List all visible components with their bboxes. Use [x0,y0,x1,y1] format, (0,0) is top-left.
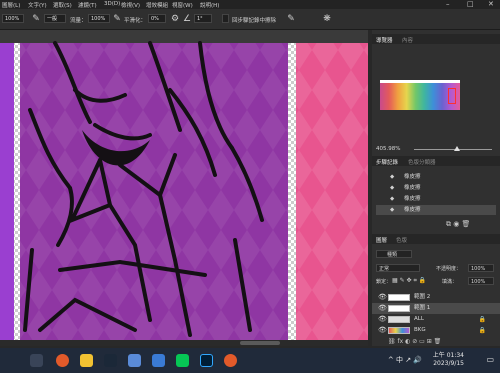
flow-field[interactable]: 100% [88,14,110,23]
menu-view[interactable]: 檢視(V) [121,1,140,9]
document-canvas[interactable] [0,30,368,346]
symmetry-icon[interactable]: ❋ [322,14,332,24]
task-view-icon[interactable] [30,354,43,367]
eye-icon[interactable]: 👁 [378,303,387,314]
pressure-size-icon[interactable]: ✎ [286,14,296,24]
angle-field[interactable]: 1° [194,14,212,23]
lock-icon: 🔒 [478,327,486,334]
eraser-icon: ◆ [390,185,395,191]
tab-color-sorter[interactable]: 色版分類器 [408,158,436,166]
history-actions[interactable]: ⧉ ◉ 🗑 [446,220,470,229]
menu-window[interactable]: 視窗(W) [172,1,193,9]
file-explorer-icon[interactable] [80,354,93,367]
layer-thumbnail [388,305,410,312]
layer-thumbnail [388,327,410,334]
navigator-tabs: 導覽器 內容 [372,34,500,44]
menu-layer[interactable]: 圖層(L) [2,1,20,9]
layer-thumbnail [388,316,410,323]
layer-row[interactable]: 👁 範圍 2 [372,292,500,303]
scrollbar-thumb[interactable] [240,341,280,345]
artwork [0,41,368,346]
brush-size-field[interactable]: 100% [2,14,24,23]
layer-row[interactable]: 👁 BKG 🔒 [372,325,500,336]
history-item[interactable]: ◆ 橡皮擦 [376,183,496,193]
layers-tabs: 圖層 色版 [372,234,500,244]
menu-filter[interactable]: 濾鏡(T) [78,1,97,9]
close-button[interactable]: ✕ [488,0,494,8]
eye-icon[interactable]: 👁 [378,325,387,336]
menu-plugins[interactable]: 增效模組 [146,1,168,9]
tab-channels[interactable]: 色版 [396,236,407,244]
layer-thumbnail [388,294,410,301]
opacity-field[interactable]: 100% [468,264,494,272]
eye-icon[interactable]: 👁 [378,314,387,325]
history-item[interactable]: ◆ 橡皮擦 [376,194,496,204]
menu-type[interactable]: 文字(Y) [28,1,47,9]
thumbnail-edge [380,80,460,83]
clock[interactable]: 上午 01:34 2023/9/15 [433,352,464,368]
lock-label: 鎖定： [376,279,392,285]
fill-field[interactable]: 100% [468,277,494,285]
menu-help[interactable]: 說明(H) [200,1,219,9]
steam-icon[interactable] [104,354,117,367]
right-panels: 導覽器 內容 405.98% 步驟記錄 色版分類器 ◆ 橡皮擦 ◆ 橡皮擦 ◆ 橡皮擦… [372,30,500,346]
zoom-slider-handle[interactable] [454,146,460,151]
lock-icons[interactable]: ▦ ✎ ✥ ⌗ 🔒 [392,277,426,285]
chrome-icon[interactable] [224,354,237,367]
erase-history-label: 回步驟記錄中擦除 [232,18,277,24]
clock-date: 2023/9/15 [433,360,464,367]
clock-time: 上午 01:34 [432,352,464,359]
mode-select[interactable]: 一般 [44,14,66,23]
menu-3d[interactable]: 3D(D) [104,1,120,7]
tab-history[interactable]: 步驟記錄 [376,158,398,166]
layer-actions[interactable]: ⛓ fx ◐ ⊘ ▭ ⊞ 🗑 [388,338,441,345]
fill-label: 填滿： [442,279,458,285]
tab-navigator[interactable]: 導覽器 [376,36,393,44]
app-icon[interactable] [128,354,141,367]
pressure-opacity-icon[interactable]: ✎ [31,14,41,24]
navigator-view-box[interactable] [448,88,456,104]
layer-row-selected[interactable]: 👁 範圍 1 [372,303,500,314]
maximize-button[interactable]: □ [467,0,474,8]
notification-icon[interactable]: ▭ [486,355,494,364]
layer-row[interactable]: 👁 ALL 🔒 [372,314,500,325]
system-tray[interactable]: ^ 中 ↗ 🔊 [388,355,422,365]
app-icon[interactable] [152,354,165,367]
eraser-icon: ◆ [390,196,395,202]
navigator-thumbnail[interactable] [380,80,460,110]
line-icon[interactable] [176,354,189,367]
eraser-icon: ◆ [390,174,395,180]
zoom-value[interactable]: 405.98% [376,146,400,152]
tab-layers[interactable]: 圖層 [376,236,387,244]
erase-history-checkbox[interactable] [222,14,229,23]
opacity-label: 不透明度： [436,266,462,272]
gear-icon[interactable]: ⚙ [170,14,180,24]
blend-mode-select[interactable]: 正常 [376,264,420,272]
history-item-selected[interactable]: ◆ 橡皮擦 [376,205,496,215]
eye-icon[interactable]: 👁 [378,292,387,303]
horizontal-scrollbar[interactable] [0,340,368,346]
zoom-slider[interactable] [414,149,492,150]
layer-filter-select[interactable]: 種類 [376,250,412,258]
taskbar: ^ 中 ↗ 🔊 上午 01:34 2023/9/15 ▭ [0,348,500,373]
angle-icon: ∠ [182,14,192,24]
history-item[interactable]: ◆ 橡皮擦 [376,172,496,182]
menu-select[interactable]: 選取(S) [53,1,72,9]
tab-properties[interactable]: 內容 [402,36,413,44]
airbrush-icon[interactable]: ✎ [112,14,122,24]
eraser-icon: ◆ [390,207,395,213]
photoshop-icon[interactable] [200,354,213,367]
chrome-icon[interactable] [56,354,69,367]
smoothing-label: 平滑化： [124,18,147,24]
smoothing-field[interactable]: 0% [148,14,166,23]
menu-bar: 圖層(L) 文字(Y) 選取(S) 濾鏡(T) 3D(D) 檢視(V) 增效模組… [0,0,500,9]
history-tabs: 步驟記錄 色版分類器 [372,156,500,166]
lock-icon: 🔒 [478,316,486,323]
flow-label: 流量： [70,18,87,24]
minimize-button[interactable]: – [446,0,450,8]
options-bar: 100% ✎ 一般 流量： 100% ✎ 平滑化： 0% ⚙ ∠ 1° 回步驟記… [0,9,500,30]
